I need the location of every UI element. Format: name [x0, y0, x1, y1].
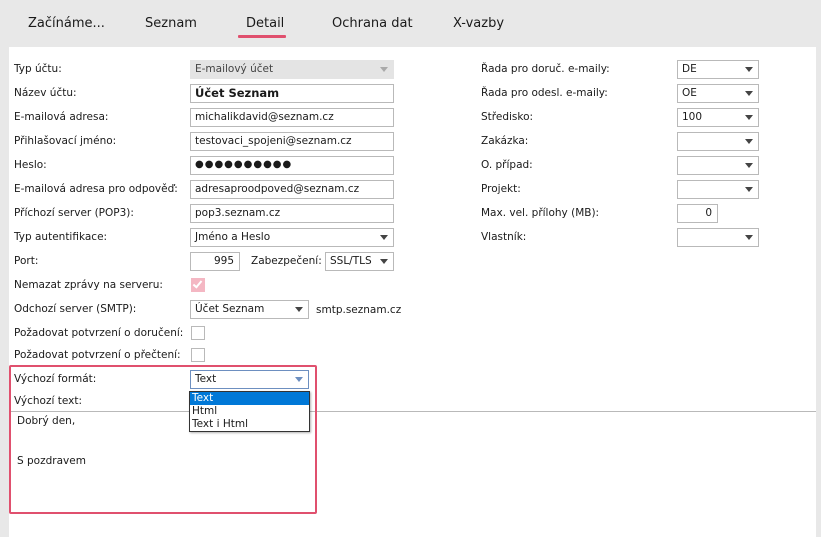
label-port: Port:	[14, 255, 39, 267]
keep-on-server-checkbox[interactable]	[191, 278, 205, 292]
left-border	[0, 47, 9, 537]
rada-doruc-select[interactable]: DE	[677, 60, 759, 79]
max-priloha-input[interactable]: 0	[677, 204, 718, 223]
label-read-receipt: Požadovat potvrzení o přečtení:	[14, 349, 181, 361]
password-value: ●●●●●●●●●●	[195, 159, 293, 170]
rada-doruc-value: DE	[682, 63, 697, 75]
format-option-text[interactable]: Text	[190, 392, 309, 405]
vlastnik-select[interactable]	[677, 228, 759, 247]
chevron-down-icon	[380, 67, 388, 72]
rada-odesl-select[interactable]: OE	[677, 84, 759, 103]
rada-odesl-value: OE	[682, 87, 697, 99]
checkmark-icon	[192, 278, 203, 289]
incoming-server-input[interactable]: pop3.seznam.cz	[190, 204, 394, 223]
projekt-select[interactable]	[677, 180, 759, 199]
tab-bar: Začínáme... Seznam Detail Ochrana dat X-…	[0, 0, 821, 47]
label-reply-email: E-mailová adresa pro odpověď:	[14, 183, 178, 195]
nazev-uctu-input[interactable]: Účet Seznam	[190, 84, 394, 103]
label-security: Zabezpečení:	[251, 255, 322, 267]
format-option-html[interactable]: Html	[190, 405, 309, 418]
active-tab-indicator	[238, 35, 286, 38]
label-login: Přihlašovací jméno:	[14, 135, 117, 147]
chevron-down-icon	[745, 115, 753, 120]
chevron-down-icon	[295, 377, 303, 382]
outgoing-value: Účet Seznam	[195, 303, 265, 315]
read-receipt-checkbox[interactable]	[191, 348, 205, 362]
label-rada-odesl: Řada pro odesl. e-maily:	[481, 87, 608, 99]
tab-seznam[interactable]: Seznam	[145, 16, 197, 31]
text-line: Dobrý den,	[17, 415, 76, 427]
pripad-select[interactable]	[677, 156, 759, 175]
smtp-server-name: smtp.seznam.cz	[316, 304, 402, 316]
chevron-down-icon	[745, 163, 753, 168]
label-auth: Typ autentifikace:	[14, 231, 108, 243]
format-option-text-html[interactable]: Text i Html	[190, 418, 309, 431]
label-delivery-receipt: Požadovat potvrzení o doručení:	[14, 327, 184, 339]
stredisko-select[interactable]: 100	[677, 108, 759, 127]
tab-zaciname[interactable]: Začínáme...	[28, 16, 105, 31]
label-projekt: Projekt:	[481, 183, 521, 195]
chevron-down-icon	[745, 91, 753, 96]
chevron-down-icon	[380, 235, 388, 240]
port-input[interactable]: 995	[190, 252, 240, 271]
right-border	[816, 47, 821, 537]
label-heslo: Heslo:	[14, 159, 47, 171]
tab-detail[interactable]: Detail	[246, 16, 284, 31]
zakazka-select[interactable]	[677, 132, 759, 151]
format-dropdown-list: Text Html Text i Html	[189, 391, 310, 432]
label-stredisko: Středisko:	[481, 111, 534, 123]
typ-uctu-value: E-mailový účet	[195, 63, 274, 75]
chevron-down-icon	[745, 235, 753, 240]
label-typ-uctu: Typ účtu:	[14, 63, 62, 75]
tab-ochrana-dat[interactable]: Ochrana dat	[332, 16, 413, 31]
format-value: Text	[195, 373, 217, 385]
label-max-priloha: Max. vel. přílohy (MB):	[481, 207, 600, 219]
chevron-down-icon	[745, 139, 753, 144]
outgoing-server-select[interactable]: Účet Seznam	[190, 300, 309, 319]
security-value: SSL/TLS	[330, 255, 372, 267]
security-select[interactable]: SSL/TLS	[325, 252, 394, 271]
tab-x-vazby[interactable]: X-vazby	[453, 16, 504, 31]
chevron-down-icon	[380, 259, 388, 264]
label-keep-on-server: Nemazat zprávy na serveru:	[14, 279, 163, 291]
text-line: S pozdravem	[17, 455, 86, 467]
label-zakazka: Zakázka:	[481, 135, 529, 147]
stredisko-value: 100	[682, 111, 703, 123]
default-text-area[interactable]: Dobrý den, S pozdravem	[11, 411, 816, 537]
label-email: E-mailová adresa:	[14, 111, 109, 123]
typ-uctu-select: E-mailový účet	[190, 60, 394, 79]
label-format: Výchozí formát:	[14, 373, 97, 385]
chevron-down-icon	[745, 187, 753, 192]
auth-value: Jméno a Heslo	[195, 231, 271, 243]
chevron-down-icon	[745, 67, 753, 72]
label-incoming: Příchozí server (POP3):	[14, 207, 134, 219]
login-input[interactable]: testovaci_spojeni@seznam.cz	[190, 132, 394, 151]
label-outgoing: Odchozí server (SMTP):	[14, 303, 137, 315]
label-pripad: O. případ:	[481, 159, 533, 171]
label-default-text: Výchozí text:	[14, 395, 82, 407]
label-vlastnik: Vlastník:	[481, 231, 527, 243]
label-nazev-uctu: Název účtu:	[14, 87, 77, 99]
format-select[interactable]: Text	[190, 370, 309, 389]
email-input[interactable]: michalikdavid@seznam.cz	[190, 108, 394, 127]
auth-select[interactable]: Jméno a Heslo	[190, 228, 394, 247]
chevron-down-icon	[295, 307, 303, 312]
delivery-receipt-checkbox[interactable]	[191, 326, 205, 340]
label-rada-doruc: Řada pro doruč. e-maily:	[481, 63, 610, 75]
password-input[interactable]: ●●●●●●●●●●	[190, 156, 394, 175]
reply-email-input[interactable]: adresaproodpoved@seznam.cz	[190, 180, 394, 199]
